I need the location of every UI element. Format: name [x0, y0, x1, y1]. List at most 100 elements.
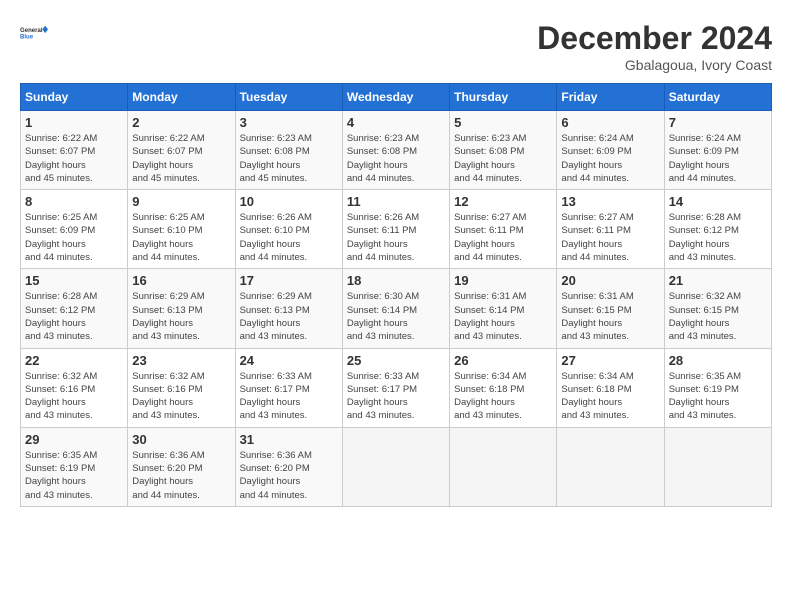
day-info: Sunrise: 6:24 AM Sunset: 6:09 PM Dayligh…: [561, 132, 659, 185]
calendar-day-cell: 19 Sunrise: 6:31 AM Sunset: 6:14 PM Dayl…: [450, 269, 557, 348]
day-number: 29: [25, 432, 123, 447]
calendar-day-cell: 14 Sunrise: 6:28 AM Sunset: 6:12 PM Dayl…: [664, 190, 771, 269]
day-info: Sunrise: 6:28 AM Sunset: 6:12 PM Dayligh…: [25, 290, 123, 343]
calendar-day-cell: [557, 427, 664, 506]
day-number: 9: [132, 194, 230, 209]
day-info: Sunrise: 6:31 AM Sunset: 6:15 PM Dayligh…: [561, 290, 659, 343]
calendar-day-cell: [664, 427, 771, 506]
page-header: General Blue December 2024 Gbalagoua, Iv…: [20, 20, 772, 73]
day-info: Sunrise: 6:23 AM Sunset: 6:08 PM Dayligh…: [347, 132, 445, 185]
calendar-day-cell: 23 Sunrise: 6:32 AM Sunset: 6:16 PM Dayl…: [128, 348, 235, 427]
day-number: 21: [669, 273, 767, 288]
calendar-day-cell: 12 Sunrise: 6:27 AM Sunset: 6:11 PM Dayl…: [450, 190, 557, 269]
day-number: 20: [561, 273, 659, 288]
day-number: 4: [347, 115, 445, 130]
svg-text:Blue: Blue: [20, 35, 34, 41]
day-info: Sunrise: 6:34 AM Sunset: 6:18 PM Dayligh…: [561, 370, 659, 423]
calendar-day-cell: 31 Sunrise: 6:36 AM Sunset: 6:20 PM Dayl…: [235, 427, 342, 506]
calendar-day-cell: 1 Sunrise: 6:22 AM Sunset: 6:07 PM Dayli…: [21, 111, 128, 190]
day-info: Sunrise: 6:25 AM Sunset: 6:10 PM Dayligh…: [132, 211, 230, 264]
day-number: 30: [132, 432, 230, 447]
day-number: 5: [454, 115, 552, 130]
calendar-day-cell: 4 Sunrise: 6:23 AM Sunset: 6:08 PM Dayli…: [342, 111, 449, 190]
day-info: Sunrise: 6:29 AM Sunset: 6:13 PM Dayligh…: [240, 290, 338, 343]
day-number: 15: [25, 273, 123, 288]
calendar-day-cell: 16 Sunrise: 6:29 AM Sunset: 6:13 PM Dayl…: [128, 269, 235, 348]
calendar-day-cell: 20 Sunrise: 6:31 AM Sunset: 6:15 PM Dayl…: [557, 269, 664, 348]
day-info: Sunrise: 6:32 AM Sunset: 6:15 PM Dayligh…: [669, 290, 767, 343]
day-info: Sunrise: 6:36 AM Sunset: 6:20 PM Dayligh…: [240, 449, 338, 502]
day-number: 19: [454, 273, 552, 288]
header-thursday: Thursday: [450, 84, 557, 111]
calendar-week-row: 29 Sunrise: 6:35 AM Sunset: 6:19 PM Dayl…: [21, 427, 772, 506]
day-info: Sunrise: 6:22 AM Sunset: 6:07 PM Dayligh…: [132, 132, 230, 185]
calendar-day-cell: 18 Sunrise: 6:30 AM Sunset: 6:14 PM Dayl…: [342, 269, 449, 348]
day-number: 23: [132, 353, 230, 368]
calendar-day-cell: 9 Sunrise: 6:25 AM Sunset: 6:10 PM Dayli…: [128, 190, 235, 269]
header-monday: Monday: [128, 84, 235, 111]
day-number: 1: [25, 115, 123, 130]
calendar-day-cell: 29 Sunrise: 6:35 AM Sunset: 6:19 PM Dayl…: [21, 427, 128, 506]
day-number: 25: [347, 353, 445, 368]
day-info: Sunrise: 6:32 AM Sunset: 6:16 PM Dayligh…: [132, 370, 230, 423]
day-info: Sunrise: 6:23 AM Sunset: 6:08 PM Dayligh…: [454, 132, 552, 185]
header-wednesday: Wednesday: [342, 84, 449, 111]
calendar-week-row: 1 Sunrise: 6:22 AM Sunset: 6:07 PM Dayli…: [21, 111, 772, 190]
calendar-day-cell: 13 Sunrise: 6:27 AM Sunset: 6:11 PM Dayl…: [557, 190, 664, 269]
header-friday: Friday: [557, 84, 664, 111]
day-number: 13: [561, 194, 659, 209]
day-number: 10: [240, 194, 338, 209]
calendar-table: Sunday Monday Tuesday Wednesday Thursday…: [20, 83, 772, 507]
header-saturday: Saturday: [664, 84, 771, 111]
calendar-day-cell: 17 Sunrise: 6:29 AM Sunset: 6:13 PM Dayl…: [235, 269, 342, 348]
calendar-day-cell: 30 Sunrise: 6:36 AM Sunset: 6:20 PM Dayl…: [128, 427, 235, 506]
day-number: 18: [347, 273, 445, 288]
day-info: Sunrise: 6:32 AM Sunset: 6:16 PM Dayligh…: [25, 370, 123, 423]
day-number: 6: [561, 115, 659, 130]
calendar-day-cell: 25 Sunrise: 6:33 AM Sunset: 6:17 PM Dayl…: [342, 348, 449, 427]
calendar-day-cell: 21 Sunrise: 6:32 AM Sunset: 6:15 PM Dayl…: [664, 269, 771, 348]
calendar-day-cell: [450, 427, 557, 506]
svg-text:General: General: [20, 28, 43, 34]
day-number: 27: [561, 353, 659, 368]
calendar-week-row: 8 Sunrise: 6:25 AM Sunset: 6:09 PM Dayli…: [21, 190, 772, 269]
day-info: Sunrise: 6:35 AM Sunset: 6:19 PM Dayligh…: [669, 370, 767, 423]
calendar-day-cell: 11 Sunrise: 6:26 AM Sunset: 6:11 PM Dayl…: [342, 190, 449, 269]
day-info: Sunrise: 6:26 AM Sunset: 6:11 PM Dayligh…: [347, 211, 445, 264]
day-number: 16: [132, 273, 230, 288]
calendar-day-cell: 27 Sunrise: 6:34 AM Sunset: 6:18 PM Dayl…: [557, 348, 664, 427]
calendar-day-cell: 3 Sunrise: 6:23 AM Sunset: 6:08 PM Dayli…: [235, 111, 342, 190]
header-sunday: Sunday: [21, 84, 128, 111]
header-tuesday: Tuesday: [235, 84, 342, 111]
day-info: Sunrise: 6:27 AM Sunset: 6:11 PM Dayligh…: [561, 211, 659, 264]
day-info: Sunrise: 6:26 AM Sunset: 6:10 PM Dayligh…: [240, 211, 338, 264]
logo: General Blue: [20, 20, 52, 48]
day-number: 22: [25, 353, 123, 368]
day-number: 17: [240, 273, 338, 288]
day-info: Sunrise: 6:25 AM Sunset: 6:09 PM Dayligh…: [25, 211, 123, 264]
day-info: Sunrise: 6:35 AM Sunset: 6:19 PM Dayligh…: [25, 449, 123, 502]
calendar-day-cell: 22 Sunrise: 6:32 AM Sunset: 6:16 PM Dayl…: [21, 348, 128, 427]
day-number: 7: [669, 115, 767, 130]
calendar-day-cell: 6 Sunrise: 6:24 AM Sunset: 6:09 PM Dayli…: [557, 111, 664, 190]
day-number: 12: [454, 194, 552, 209]
day-number: 11: [347, 194, 445, 209]
day-number: 26: [454, 353, 552, 368]
logo-icon: General Blue: [20, 20, 48, 48]
calendar-header-row: Sunday Monday Tuesday Wednesday Thursday…: [21, 84, 772, 111]
location-title: Gbalagoua, Ivory Coast: [537, 57, 772, 73]
calendar-day-cell: 24 Sunrise: 6:33 AM Sunset: 6:17 PM Dayl…: [235, 348, 342, 427]
day-info: Sunrise: 6:23 AM Sunset: 6:08 PM Dayligh…: [240, 132, 338, 185]
calendar-week-row: 15 Sunrise: 6:28 AM Sunset: 6:12 PM Dayl…: [21, 269, 772, 348]
calendar-day-cell: 2 Sunrise: 6:22 AM Sunset: 6:07 PM Dayli…: [128, 111, 235, 190]
calendar-day-cell: 15 Sunrise: 6:28 AM Sunset: 6:12 PM Dayl…: [21, 269, 128, 348]
calendar-day-cell: 7 Sunrise: 6:24 AM Sunset: 6:09 PM Dayli…: [664, 111, 771, 190]
day-number: 3: [240, 115, 338, 130]
day-info: Sunrise: 6:31 AM Sunset: 6:14 PM Dayligh…: [454, 290, 552, 343]
day-info: Sunrise: 6:22 AM Sunset: 6:07 PM Dayligh…: [25, 132, 123, 185]
day-number: 24: [240, 353, 338, 368]
calendar-day-cell: 5 Sunrise: 6:23 AM Sunset: 6:08 PM Dayli…: [450, 111, 557, 190]
calendar-day-cell: 8 Sunrise: 6:25 AM Sunset: 6:09 PM Dayli…: [21, 190, 128, 269]
day-info: Sunrise: 6:36 AM Sunset: 6:20 PM Dayligh…: [132, 449, 230, 502]
day-info: Sunrise: 6:33 AM Sunset: 6:17 PM Dayligh…: [347, 370, 445, 423]
